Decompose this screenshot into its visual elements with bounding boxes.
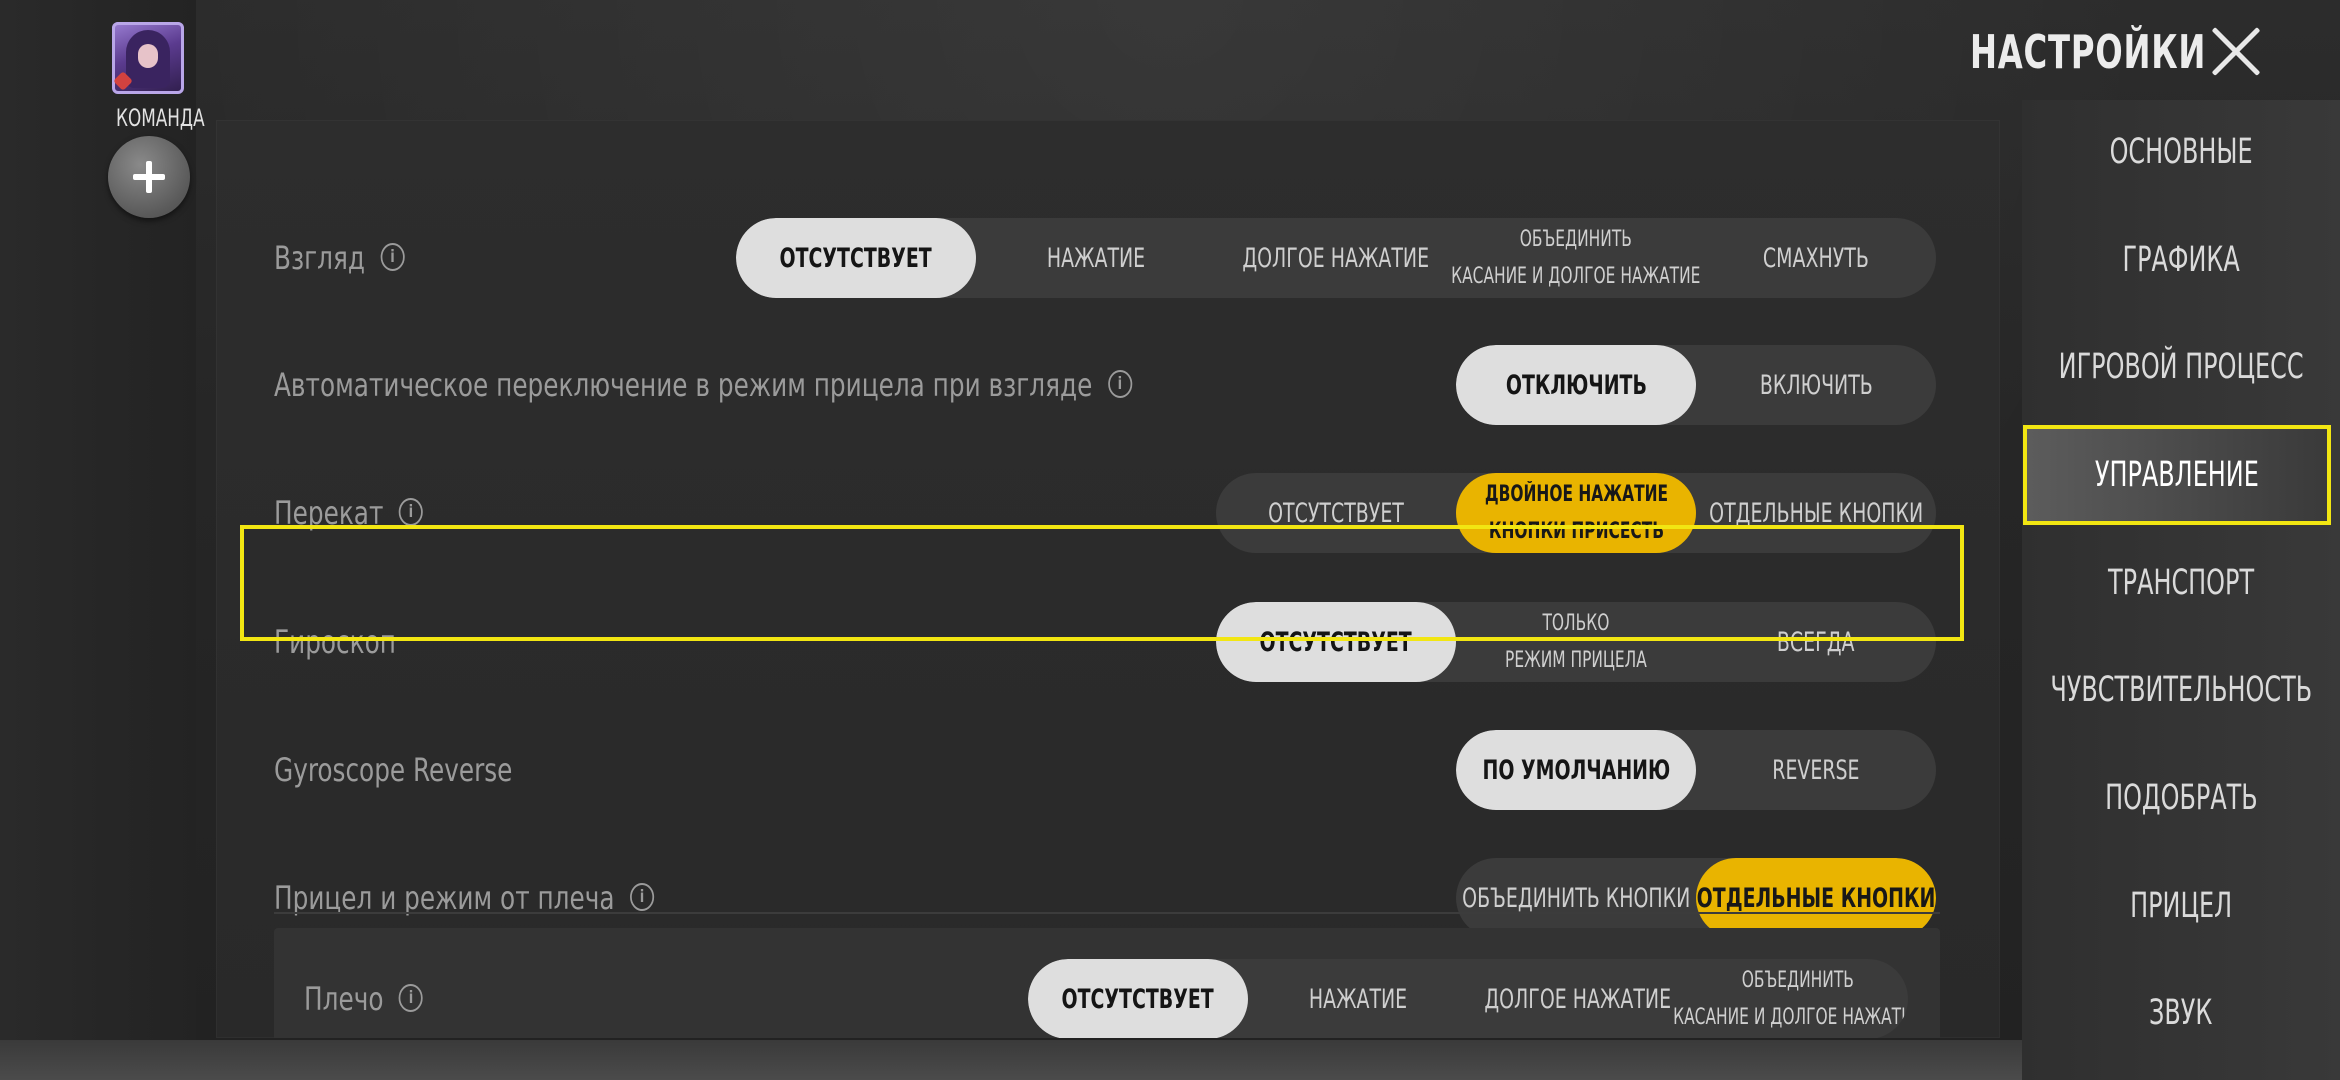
sidebar-item-sensitivity[interactable]: ЧУВСТВИТЕЛЬНОСТЬ: [2022, 640, 2340, 740]
sidebar-item-graphics[interactable]: ГРАФИКА: [2022, 210, 2340, 310]
section-divider: [274, 912, 1940, 914]
segmented-control: ОТСУТСТВУЕТ ТОЛЬКО РЕЖИМ ПРИЦЕЛА ВСЕГДА: [1216, 602, 1936, 682]
info-icon[interactable]: i: [398, 498, 423, 526]
setting-row-roll: Перекат i ОТСУТСТВУЕТ ДВОЙНОЕ НАЖАТИЕ КНО…: [216, 453, 2000, 573]
setting-label: Плечо i: [304, 939, 424, 1038]
avatar-face: [138, 44, 158, 68]
option-button[interactable]: ДОЛГОЕ НАЖАТИЕ: [1216, 218, 1456, 298]
option-button[interactable]: НАЖАТИЕ: [976, 218, 1216, 298]
option-button[interactable]: ВКЛЮЧИТЬ: [1696, 345, 1936, 425]
option-button[interactable]: ОТСУТСТВУЕТ: [1216, 602, 1456, 682]
option-button[interactable]: НАЖАТИЕ: [1248, 959, 1468, 1038]
segmented-control: ОТСУТСТВУЕТ НАЖАТИЕ ДОЛГОЕ НАЖАТИЕ ОБЪЕД…: [1028, 959, 1908, 1038]
page-title: НАСТРОЙКИ: [1970, 25, 2207, 79]
option-button[interactable]: ОТСУТСТВУЕТ: [736, 218, 976, 298]
sidebar-item-vehicle[interactable]: ТРАНСПОРТ: [2022, 533, 2340, 633]
floor-decoration: [0, 1040, 2340, 1080]
option-button[interactable]: ОБЪЕДИНИТЬ КАСАНИЕ И ДОЛГОЕ НАЖАТИЕ: [1451, 218, 1700, 298]
setting-row-look: Взгляд i ОТСУТСТВУЕТ НАЖАТИЕ ДОЛГОЕ НАЖАТ…: [216, 198, 2000, 318]
info-icon[interactable]: i: [630, 883, 655, 911]
option-button[interactable]: ТОЛЬКО РЕЖИМ ПРИЦЕЛА: [1456, 602, 1696, 682]
sidebar-item-controls[interactable]: УПРАВЛЕНИЕ: [2023, 425, 2331, 525]
info-icon[interactable]: i: [380, 243, 405, 271]
segmented-control: ОБЪЕДИНИТЬ КНОПКИ ОТДЕЛЬНЫЕ КНОПКИ: [1456, 858, 1936, 938]
option-button[interactable]: ОБЪЕДИНИТЬ КАСАНИЕ И ДОЛГОЕ НАЖАТИЕ: [1673, 959, 1908, 1038]
option-button[interactable]: ОТСУТСТВУЕТ: [1216, 473, 1456, 553]
sidebar-item-gameplay[interactable]: ИГРОВОЙ ПРОЦЕСС: [2022, 317, 2340, 417]
option-button[interactable]: СМАХНУТЬ: [1696, 218, 1936, 298]
close-icon[interactable]: [2208, 24, 2264, 80]
add-teammate-button[interactable]: [108, 136, 190, 218]
segmented-control: ОТСУТСТВУЕТ НАЖАТИЕ ДОЛГОЕ НАЖАТИЕ ОБЪЕД…: [736, 218, 1936, 298]
option-button[interactable]: ОТДЕЛЬНЫЕ КНОПКИ: [1696, 473, 1936, 553]
setting-label: Гироскоп: [274, 623, 396, 661]
option-button[interactable]: ПО УМОЛЧАНИЮ: [1456, 730, 1696, 810]
setting-label: Gyroscope Reverse: [274, 751, 513, 789]
info-icon[interactable]: i: [1107, 370, 1132, 398]
segmented-control: ОТСУТСТВУЕТ ДВОЙНОЕ НАЖАТИЕ КНОПКИ ПРИСЕ…: [1216, 473, 1936, 553]
sidebar-item-basic[interactable]: ОСНОВНЫЕ: [2022, 102, 2340, 202]
sidebar-item-sound[interactable]: ЗВУК: [2022, 963, 2340, 1063]
option-button[interactable]: REVERSE: [1696, 730, 1936, 810]
sidebar-item-pickup[interactable]: ПОДОБРАТЬ: [2022, 748, 2340, 848]
setting-row-gyroscope: Гироскоп ОТСУТСТВУЕТ ТОЛЬКО РЕЖИМ ПРИЦЕЛ…: [216, 582, 2000, 702]
settings-panel: Взгляд i ОТСУТСТВУЕТ НАЖАТИЕ ДОЛГОЕ НАЖАТ…: [216, 120, 2000, 1038]
segmented-control: ОТКЛЮЧИТЬ ВКЛЮЧИТЬ: [1456, 345, 1936, 425]
settings-sidebar: ОСНОВНЫЕ ГРАФИКА ИГРОВОЙ ПРОЦЕСС УПРАВЛЕ…: [2022, 100, 2340, 1080]
setting-row-shoulder: Плечо i ОТСУТСТВУЕТ НАЖАТИЕ ДОЛГОЕ НАЖАТИ…: [216, 939, 2000, 1038]
team-label: КОМАНДА: [116, 104, 205, 132]
option-button[interactable]: ОБЪЕДИНИТЬ КНОПКИ: [1456, 858, 1696, 938]
option-button[interactable]: ОТКЛЮЧИТЬ: [1456, 345, 1696, 425]
option-button[interactable]: ДОЛГОЕ НАЖАТИЕ: [1468, 959, 1688, 1038]
option-button[interactable]: ОТДЕЛЬНЫЕ КНОПКИ: [1696, 858, 1936, 938]
setting-row-auto-aim: Автоматическое переключение в режим приц…: [216, 325, 2000, 445]
setting-label: Перекат i: [274, 453, 423, 573]
setting-label: Взгляд i: [274, 198, 405, 318]
setting-row-gyroscope-reverse: Gyroscope Reverse ПО УМОЛЧАНИЮ REVERSE: [216, 710, 2000, 830]
option-button[interactable]: ОТСУТСТВУЕТ: [1028, 959, 1248, 1038]
setting-label: Автоматическое переключение в режим приц…: [274, 325, 1132, 445]
option-button[interactable]: ДВОЙНОЕ НАЖАТИЕ КНОПКИ ПРИСЕСТЬ: [1456, 473, 1696, 553]
option-button[interactable]: ВСЕГДА: [1696, 602, 1936, 682]
team-avatar[interactable]: [112, 22, 184, 94]
segmented-control: ПО УМОЛЧАНИЮ REVERSE: [1456, 730, 1936, 810]
sidebar-item-crosshair[interactable]: ПРИЦЕЛ: [2022, 856, 2340, 956]
info-icon[interactable]: i: [398, 984, 424, 1012]
